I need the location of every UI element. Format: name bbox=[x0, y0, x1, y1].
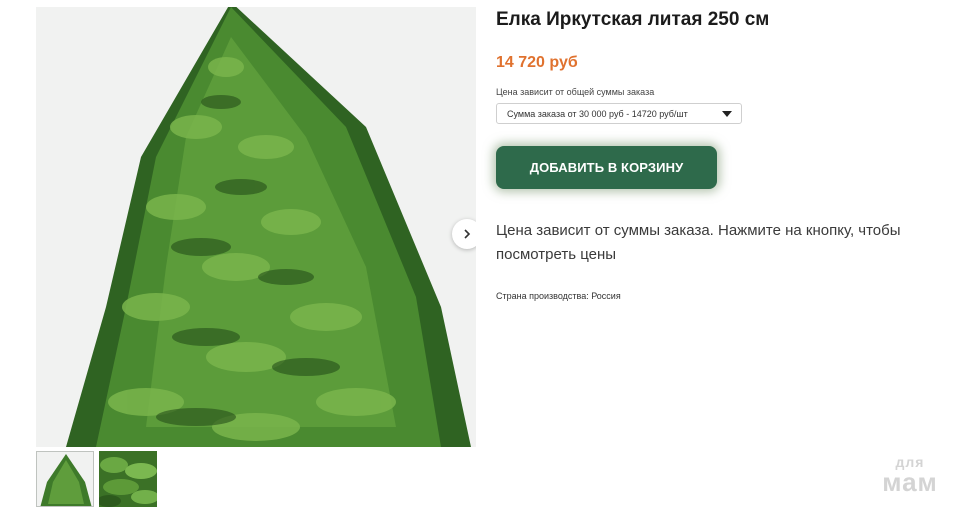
thumbnail-branch-closeup[interactable] bbox=[99, 451, 157, 507]
price-tier-selected-value: Сумма заказа от 30 000 руб - 14720 руб/ш… bbox=[507, 108, 688, 119]
product-image-gallery[interactable] bbox=[36, 7, 476, 447]
country-of-origin: Страна производства: Россия bbox=[496, 291, 621, 301]
next-image-button[interactable] bbox=[452, 219, 476, 249]
product-title: Елка Иркутская литая 250 см bbox=[496, 9, 770, 30]
caret-down-icon bbox=[722, 111, 732, 117]
chevron-right-icon bbox=[461, 228, 473, 240]
thumbnail-strip bbox=[36, 451, 157, 507]
watermark-line2: мам bbox=[882, 467, 938, 497]
watermark-logo: для мам bbox=[870, 455, 950, 495]
product-price: 14 720 руб bbox=[496, 54, 578, 71]
add-to-cart-button[interactable]: ДОБАВИТЬ В КОРЗИНУ bbox=[496, 146, 717, 189]
thumbnail-tree-full[interactable] bbox=[36, 451, 94, 507]
price-note: Цена зависит от общей суммы заказа bbox=[496, 87, 655, 97]
price-tier-select[interactable]: Сумма заказа от 30 000 руб - 14720 руб/ш… bbox=[496, 103, 742, 124]
christmas-tree-image bbox=[36, 7, 476, 447]
price-description: Цена зависит от суммы заказа. Нажмите на… bbox=[496, 222, 901, 263]
